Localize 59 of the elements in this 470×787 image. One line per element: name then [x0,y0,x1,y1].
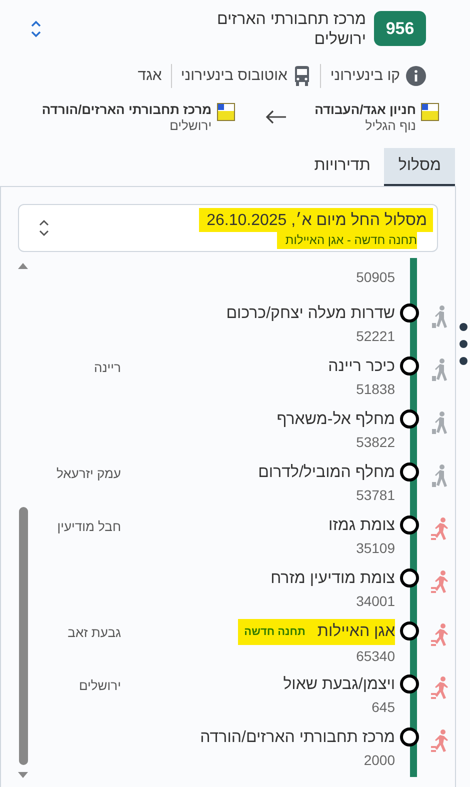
schedule-note: תחנה חדשה - אגן האיילות [277,232,417,248]
stop-city: עמק יזרעאל [56,466,121,481]
arrow-left-icon [264,110,287,124]
stop-name[interactable]: צומת מודיעין מזרח [270,568,395,590]
tab[interactable]: מסלול [384,148,455,186]
tab[interactable]: תדירויות [300,148,384,186]
origin-stop-name: חניון אגד/העבודה [314,102,416,118]
stop-name[interactable]: מחלף המוביל/לדרום [258,462,395,484]
bus-icon [293,66,312,86]
route-title: מרכז תחבורתי הארזים ירושלים [216,10,366,50]
stop-code: 52221 [356,327,395,346]
running-person-icon [431,570,449,594]
running-person-icon [431,623,449,647]
stop-code: 35109 [356,539,395,558]
new-stop-label: תחנה חדשה [244,624,306,640]
line-type-label: קו בינעירוני [330,66,400,86]
stop-flag-icon [421,103,439,121]
scroll-down-icon[interactable] [18,772,28,779]
walking-person-icon [432,358,448,382]
route-number-badge: 956 [374,11,426,46]
line-type-label: אוטובוס בינעירוני [180,66,288,86]
schedule-select[interactable]: מסלול החל מיום א׳, 26.10.2025 תחנה חדשה - אגן האיילות [18,204,438,252]
operator-name: אגד [138,66,162,86]
stop-city: ירושלים [78,678,121,693]
walking-person-icon [432,464,448,488]
origin-city: נוף הגליל [364,118,416,134]
stop-code: 2000 [364,751,395,770]
expand-chevron-icon[interactable] [30,19,42,39]
info-icon [406,66,426,86]
drag-handle-icon[interactable] [458,322,468,367]
running-person-icon [431,676,449,700]
stop-name[interactable]: אגן האיילות [317,621,395,643]
stop-name[interactable]: כיכר ריינה [328,356,395,378]
stop-name[interactable]: צומת גמזו [328,515,395,537]
walking-person-icon [432,305,448,329]
stop-name[interactable]: מחלף אל-משארף [276,409,395,431]
walking-person-icon [432,411,448,435]
scroll-up-icon[interactable] [18,262,28,269]
destination-city: ירושלים [168,118,212,134]
stop-code: 50905 [356,268,395,287]
stop-name[interactable]: שדרות מעלה יצחק/כרכום [226,303,395,325]
running-person-icon [431,517,449,541]
stop-city: ריינה [94,360,121,375]
stop-name[interactable]: מרכז תחבורתי הארזים/הורדה [200,727,395,749]
stop-code: 53822 [356,433,395,452]
select-chevron-icon [38,218,50,238]
stop-flag-icon [216,103,235,121]
stop-code: 34001 [356,592,395,611]
stop-code: 65340 [356,647,395,666]
scrollbar-thumb[interactable] [18,507,28,765]
stop-code: 51838 [356,380,395,399]
stop-city: חבל מודיעין [57,519,121,534]
stop-code: 645 [372,698,395,717]
schedule-title: מסלול החל מיום א׳, 26.10.2025 [198,208,433,232]
stop-code: 53781 [356,486,395,505]
stop-city: גבעת זאב [68,625,121,640]
running-person-icon [431,729,449,753]
destination-stop-name: מרכז תחבורתי הארזים/הורדה [42,102,212,118]
stop-name[interactable]: ויצמן/גבעת שאול [283,674,395,696]
